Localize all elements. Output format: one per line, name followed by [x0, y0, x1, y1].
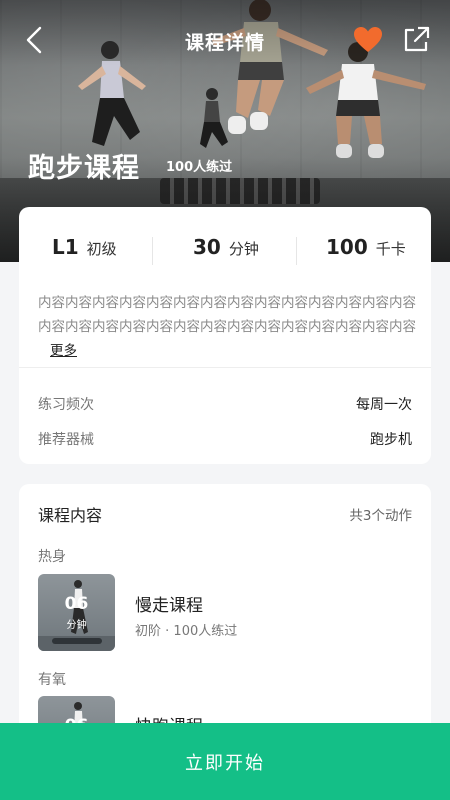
frequency-label: 练习频次 [38, 397, 94, 413]
start-button[interactable]: 立即开始 [0, 723, 450, 800]
duration-unit: 分钟 [66, 620, 87, 631]
course-name: 跑步课程 [28, 153, 140, 184]
frequency-value: 每周一次 [356, 397, 412, 413]
share-button[interactable] [400, 24, 432, 56]
exercise-count: 共3个动作 [349, 508, 412, 524]
back-button[interactable] [18, 22, 52, 56]
stat-divider [152, 237, 153, 265]
favorite-button[interactable] [352, 24, 384, 56]
exercise-level: 初阶 [135, 624, 162, 639]
course-stats: L1 初级 30 分钟 100 千卡 [19, 235, 431, 269]
stat-divider [296, 237, 297, 265]
share-external-icon [404, 26, 430, 52]
course-info-card: L1 初级 30 分钟 100 千卡 内容内容内容内容内容内容内容内容内容内容内… [19, 207, 431, 464]
duration-value: 30 [193, 235, 221, 259]
level-stat: L1 初级 [52, 235, 117, 269]
calories-value: 100 [326, 235, 368, 259]
participant-count: 100人练过 [166, 160, 233, 175]
description-text: 内容内容内容内容内容内容内容内容内容内容内容内容内容内容内容内容内容内容内容内容… [38, 295, 416, 335]
exercise-meta: 初阶 · 100人练过 [135, 620, 237, 639]
heart-icon [354, 27, 382, 52]
calories-unit: 千卡 [375, 240, 406, 258]
top-bar: 课程详情 [0, 0, 450, 80]
level-value: L1 [52, 235, 79, 259]
duration-unit: 分钟 [228, 240, 259, 258]
course-description: 内容内容内容内容内容内容内容内容内容内容内容内容内容内容内容内容内容内容内容内容… [38, 291, 416, 363]
exercise-name[interactable]: 慢走课程 [135, 591, 203, 616]
equipment-label: 推荐器械 [38, 432, 94, 448]
duration-number: 06 [64, 594, 89, 614]
duration-stat: 30 分钟 [193, 235, 259, 269]
calories-stat: 100 千卡 [326, 235, 406, 269]
section-title: 课程内容 [38, 506, 103, 525]
level-label: 初级 [86, 240, 117, 258]
divider [19, 367, 431, 368]
exercise-participants: 100人练过 [173, 624, 238, 639]
group-label-warmup: 热身 [38, 549, 66, 565]
chevron-left-icon [26, 26, 42, 54]
equipment-value: 跑步机 [370, 432, 412, 448]
group-label-aerobic: 有氧 [38, 672, 66, 688]
more-link[interactable]: 更多 [50, 343, 77, 359]
exercise-thumbnail[interactable]: 06 分钟 [38, 574, 115, 651]
